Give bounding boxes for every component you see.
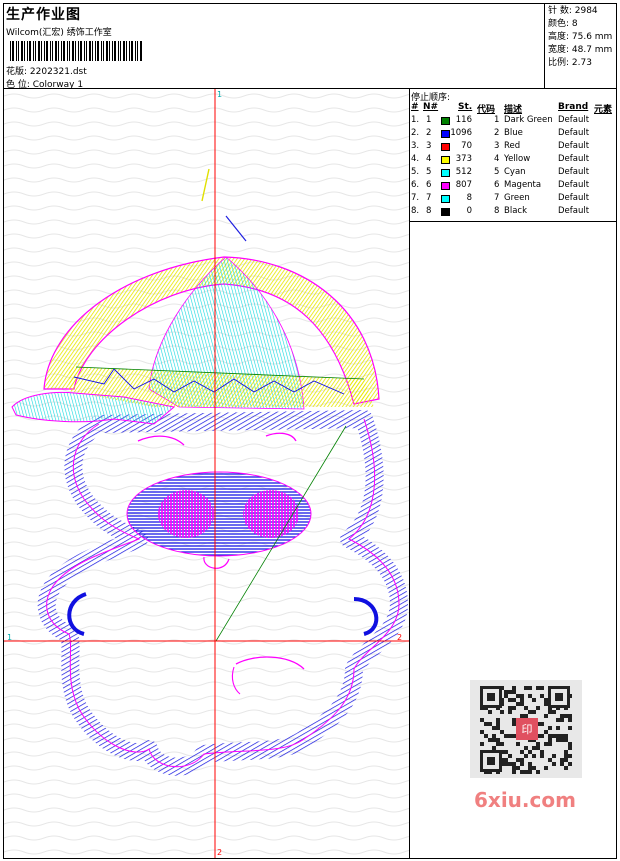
col-element: 元素 [594, 105, 613, 115]
embroidery-drawing: 1 2 1 2 [4, 89, 409, 858]
design-scale: 比例: 2.73 [548, 58, 592, 68]
row-code: 5 [494, 167, 500, 177]
design-preview: 1 2 1 2 [4, 89, 409, 858]
crosshair-left-label: 1 [7, 633, 12, 642]
row-brand: Default [558, 154, 590, 164]
left-nostril [158, 490, 214, 538]
sequence-row: 1. 1 116 1 Dark Green Default [410, 115, 616, 128]
stamp-glyph: 印 [522, 723, 533, 736]
qr-code: 印 [480, 686, 572, 774]
stitch-count: 针 数: 2984 [548, 6, 598, 16]
thread-color-swatch [441, 169, 450, 177]
row-brand: Default [558, 115, 590, 125]
row-number: 8 [426, 206, 432, 216]
col-number: N# [423, 102, 439, 112]
row-index: 5. [411, 167, 420, 177]
thread-color-swatch [441, 143, 450, 151]
row-number: 7 [426, 193, 432, 203]
col-description: 描述 [504, 105, 523, 115]
header: 生产作业图 Wilcom(汇宏) 绣饰工作室 花版: 2202321.dst 色… [6, 4, 541, 90]
thread-color-swatch [441, 182, 450, 190]
sequence-row: 6. 6 807 6 Magenta Default [410, 180, 616, 193]
row-description: Black [504, 206, 527, 216]
row-code: 3 [494, 141, 500, 151]
row-index: 7. [411, 193, 420, 203]
thread-color-swatch [441, 195, 450, 203]
row-number: 5 [426, 167, 432, 177]
col-brand: Brand [558, 102, 589, 112]
row-brand: Default [558, 206, 590, 216]
row-index: 4. [411, 154, 420, 164]
row-stitches: 512 [455, 167, 472, 177]
thread-color-swatch [441, 208, 450, 216]
crosshair-top-label: 1 [217, 90, 222, 99]
row-description: Cyan [504, 167, 526, 177]
row-brand: Default [558, 141, 590, 151]
header-divider [544, 3, 545, 88]
qr-watermark: 印 [470, 680, 582, 778]
design-height: 高度: 75.6 mm [548, 32, 613, 42]
row-description: Dark Green [504, 115, 553, 125]
row-code: 1 [494, 115, 500, 125]
row-stitches: 116 [455, 115, 472, 125]
page-title: 生产作业图 [6, 7, 81, 23]
color-count: 颜色: 8 [548, 19, 578, 29]
row-stitches: 8 [466, 193, 472, 203]
row-index: 2. [411, 128, 420, 138]
row-number: 6 [426, 180, 432, 190]
row-brand: Default [558, 180, 590, 190]
sequence-row: 3. 3 70 3 Red Default [410, 141, 616, 154]
row-code: 2 [494, 128, 500, 138]
crosshair-right-label: 2 [397, 633, 402, 642]
row-brand: Default [558, 193, 590, 203]
row-code: 4 [494, 154, 500, 164]
design-file: 花版: 2202321.dst [6, 67, 87, 77]
row-description: Magenta [504, 180, 542, 190]
row-index: 3. [411, 141, 420, 151]
row-stitches: 70 [461, 141, 472, 151]
sequence-row: 2. 2 1096 2 Blue Default [410, 128, 616, 141]
company-name: Wilcom(汇宏) 绣饰工作室 [6, 28, 112, 38]
row-description: Green [504, 193, 530, 203]
row-stitches: 0 [466, 206, 472, 216]
barcode [10, 41, 142, 61]
row-code: 8 [494, 206, 500, 216]
watermark-site: 6xiu.com [474, 788, 576, 812]
stop-sequence-panel: 停止顺序: # N# St. 代码 描述 Brand 元素 1. 1 116 1 Dar… [410, 89, 616, 221]
row-index: 6. [411, 180, 420, 190]
row-number: 4 [426, 154, 432, 164]
crosshair-bottom-label: 2 [217, 848, 222, 857]
right-nostril [243, 490, 299, 538]
sequence-row: 4. 4 373 4 Yellow Default [410, 154, 616, 167]
row-stitches: 1096 [450, 128, 472, 138]
sequence-row: 7. 7 8 7 Green Default [410, 193, 616, 206]
col-stitches: St. [458, 102, 473, 112]
sequence-row: 8. 8 0 8 Black Default [410, 206, 616, 219]
panel-bottom-rule [410, 221, 616, 222]
row-number: 1 [426, 115, 432, 125]
row-number: 2 [426, 128, 432, 138]
row-number: 3 [426, 141, 432, 151]
row-description: Blue [504, 128, 523, 138]
row-brand: Default [558, 128, 590, 138]
thread-color-swatch [441, 130, 450, 138]
row-brand: Default [558, 167, 590, 177]
row-stitches: 807 [455, 180, 472, 190]
thread-color-swatch [441, 156, 450, 164]
row-code: 6 [494, 180, 500, 190]
row-stitches: 373 [455, 154, 472, 164]
row-code: 7 [494, 193, 500, 203]
row-index: 1. [411, 115, 420, 125]
row-index: 8. [411, 206, 420, 216]
thread-color-swatch [441, 117, 450, 125]
sequence-row: 5. 5 512 5 Cyan Default [410, 167, 616, 180]
row-description: Yellow [504, 154, 531, 164]
design-width: 宽度: 48.7 mm [548, 45, 613, 55]
stats-block: 针 数: 2984 颜色: 8 高度: 75.6 mm 宽度: 48.7 mm … [548, 5, 616, 70]
col-code: 代码 [477, 105, 496, 115]
col-index: # [411, 102, 419, 112]
row-description: Red [504, 141, 521, 151]
